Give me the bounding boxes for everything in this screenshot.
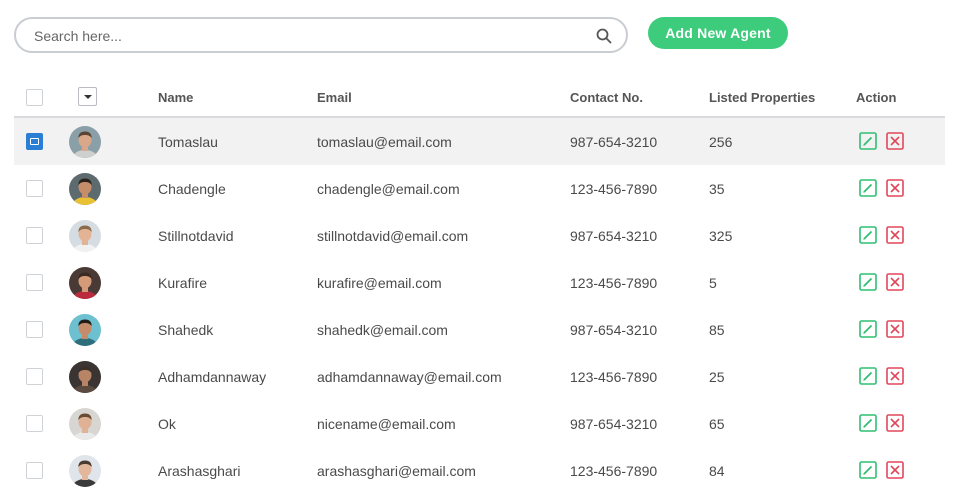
avatar [69,220,101,252]
edit-icon[interactable] [859,226,877,244]
agent-listed-properties: 85 [709,322,725,338]
edit-icon[interactable] [859,367,877,385]
delete-icon[interactable] [886,226,904,244]
agent-name: Stillnotdavid [158,228,234,244]
add-new-agent-button[interactable]: Add New Agent [648,17,788,49]
agent-listed-properties: 256 [709,134,733,150]
table-row[interactable]: Kurafire kurafire@email.com 123-456-7890… [14,259,945,306]
agent-email: kurafire@email.com [317,275,442,291]
agent-contact: 987-654-3210 [570,416,658,432]
agent-email: tomaslau@email.com [317,134,452,150]
avatar [69,126,101,158]
search-box[interactable] [14,17,628,53]
table-row[interactable]: Chadengle chadengle@email.com 123-456-78… [14,165,945,212]
agents-table: Name Email Contact No. Listed Properties… [14,77,945,492]
agent-listed-properties: 35 [709,181,725,197]
delete-icon[interactable] [886,461,904,479]
agent-listed-properties: 65 [709,416,725,432]
agent-listed-properties: 5 [709,275,717,291]
table-row[interactable]: Tomaslau tomaslau@email.com 987-654-3210… [14,118,945,165]
agent-listed-properties: 325 [709,228,733,244]
agent-email: chadengle@email.com [317,181,460,197]
edit-icon[interactable] [859,461,877,479]
avatar [69,408,101,440]
agent-listed-properties: 25 [709,369,725,385]
edit-icon[interactable] [859,414,877,432]
delete-icon[interactable] [886,179,904,197]
delete-icon[interactable] [886,273,904,291]
table-row[interactable]: Stillnotdavid stillnotdavid@email.com 98… [14,212,945,259]
delete-icon[interactable] [886,132,904,150]
avatar [69,361,101,393]
delete-icon[interactable] [886,320,904,338]
avatar [69,267,101,299]
table-row[interactable]: Shahedk shahedk@email.com 987-654-3210 8… [14,306,945,353]
row-checkbox[interactable] [26,180,43,197]
table-row[interactable]: Adhamdannaway adhamdannaway@email.com 12… [14,353,945,400]
agent-name: Arashasghari [158,463,241,479]
avatar [69,173,101,205]
agent-contact: 123-456-7890 [570,181,658,197]
agent-email: stillnotdavid@email.com [317,228,469,244]
row-checkbox[interactable] [26,274,43,291]
column-header-name[interactable]: Name [158,90,193,105]
agent-contact: 987-654-3210 [570,228,658,244]
row-checkbox[interactable] [26,462,43,479]
table-row[interactable]: Arashasghari arashasghari@email.com 123-… [14,447,945,492]
edit-icon[interactable] [859,320,877,338]
edit-icon[interactable] [859,273,877,291]
bulk-action-dropdown[interactable] [78,87,97,106]
search-input[interactable] [34,26,574,46]
table-body: Tomaslau tomaslau@email.com 987-654-3210… [14,118,945,492]
agent-name: Kurafire [158,275,208,291]
avatar [69,455,101,487]
row-checkbox[interactable] [26,368,43,385]
delete-icon[interactable] [886,414,904,432]
agent-email: adhamdannaway@email.com [317,369,502,385]
agent-name: Shahedk [158,322,214,338]
select-all-checkbox[interactable] [26,89,43,106]
edit-icon[interactable] [859,179,877,197]
column-header-action: Action [856,90,897,105]
agent-name: Chadengle [158,181,226,197]
agent-name: Adhamdannaway [158,369,267,385]
agent-contact: 987-654-3210 [570,322,658,338]
edit-icon[interactable] [859,132,877,150]
table-header: Name Email Contact No. Listed Properties… [14,77,945,118]
agents-page: Add New Agent Name Email Contact No. Lis… [0,0,960,492]
row-checkbox[interactable] [26,227,43,244]
delete-icon[interactable] [886,367,904,385]
agent-listed-properties: 84 [709,463,725,479]
row-checkbox[interactable] [26,321,43,338]
row-checkbox[interactable] [26,415,43,432]
column-header-contact[interactable]: Contact No. [570,90,643,105]
agent-contact: 123-456-7890 [570,369,658,385]
table-row[interactable]: Ok nicename@email.com 987-654-3210 65 [14,400,945,447]
search-icon[interactable] [596,28,612,44]
agent-contact: 123-456-7890 [570,463,658,479]
row-checkbox[interactable] [26,133,43,150]
agent-name: Tomaslau [158,134,218,150]
agent-name: Ok [158,416,176,432]
agent-contact: 123-456-7890 [570,275,658,291]
agent-email: shahedk@email.com [317,322,448,338]
agent-email: arashasghari@email.com [317,463,476,479]
column-header-listed-properties[interactable]: Listed Properties [709,90,815,105]
agent-email: nicename@email.com [317,416,456,432]
agent-contact: 987-654-3210 [570,134,658,150]
column-header-email[interactable]: Email [317,90,352,105]
avatar [69,314,101,346]
